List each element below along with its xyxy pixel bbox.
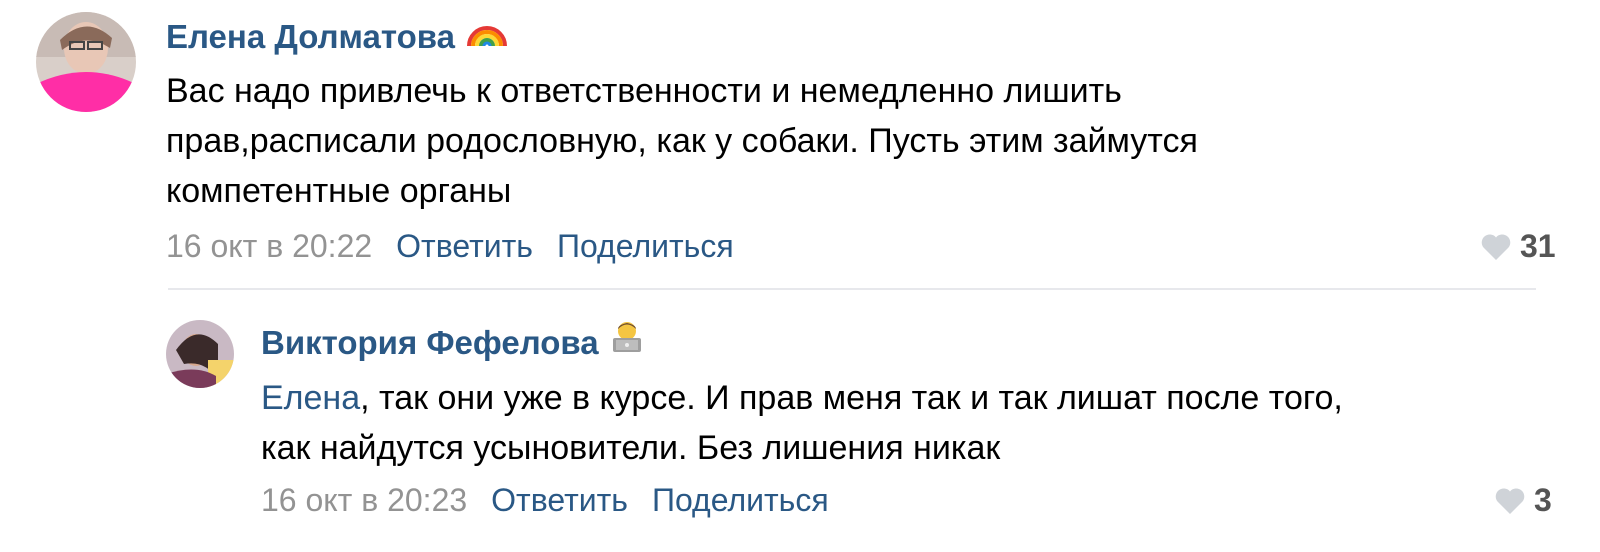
heart-icon <box>1494 482 1534 518</box>
comment-meta: 16 окт в 20:23 Ответить Поделиться <box>261 480 853 520</box>
comment-text-line: прав,расписали родословную, как у собаки… <box>166 122 1198 160</box>
mention-link[interactable]: Елена <box>261 379 360 417</box>
like-count: 31 <box>1520 228 1556 264</box>
rainbow-icon <box>465 14 509 57</box>
like-button[interactable]: 3 <box>1494 480 1552 520</box>
comment-author: Елена Долматова <box>166 17 509 61</box>
comment-date[interactable]: 16 окт в 20:22 <box>166 228 372 264</box>
heart-icon <box>1480 228 1520 264</box>
comment-text-line: как найдутся усыновители. Без лишения ни… <box>261 429 1001 467</box>
share-button[interactable]: Поделиться <box>652 482 829 518</box>
author-name[interactable]: Елена Долматова <box>166 18 455 55</box>
avatar[interactable] <box>166 320 234 388</box>
comment-text-line: Елена, так они уже в курсе. И прав меня … <box>261 373 1343 423</box>
share-button[interactable]: Поделиться <box>557 228 734 264</box>
comment-text-fragment: , так они уже в курсе. И прав меня так и… <box>360 379 1343 417</box>
comment-text-line: Вас надо привлечь к ответственности и не… <box>166 72 1122 110</box>
like-count: 3 <box>1534 482 1552 518</box>
comment-date[interactable]: 16 окт в 20:23 <box>261 482 467 518</box>
comment-text: Вас надо привлечь к ответственности и не… <box>166 66 1198 216</box>
comment-text: Елена, так они уже в курсе. И прав меня … <box>261 373 1343 473</box>
like-button[interactable]: 31 <box>1480 226 1556 266</box>
reply-button[interactable]: Ответить <box>491 482 628 518</box>
avatar[interactable] <box>36 12 136 112</box>
reply-button[interactable]: Ответить <box>396 228 533 264</box>
comment-meta: 16 окт в 20:22 Ответить Поделиться <box>166 226 758 266</box>
person-laptop-icon <box>609 320 645 363</box>
comment-divider <box>168 288 1536 290</box>
comment-text-line: компетентные органы <box>166 172 512 210</box>
author-name[interactable]: Виктория Фефелова <box>261 324 599 361</box>
comment-author: Виктория Фефелова <box>261 320 645 367</box>
